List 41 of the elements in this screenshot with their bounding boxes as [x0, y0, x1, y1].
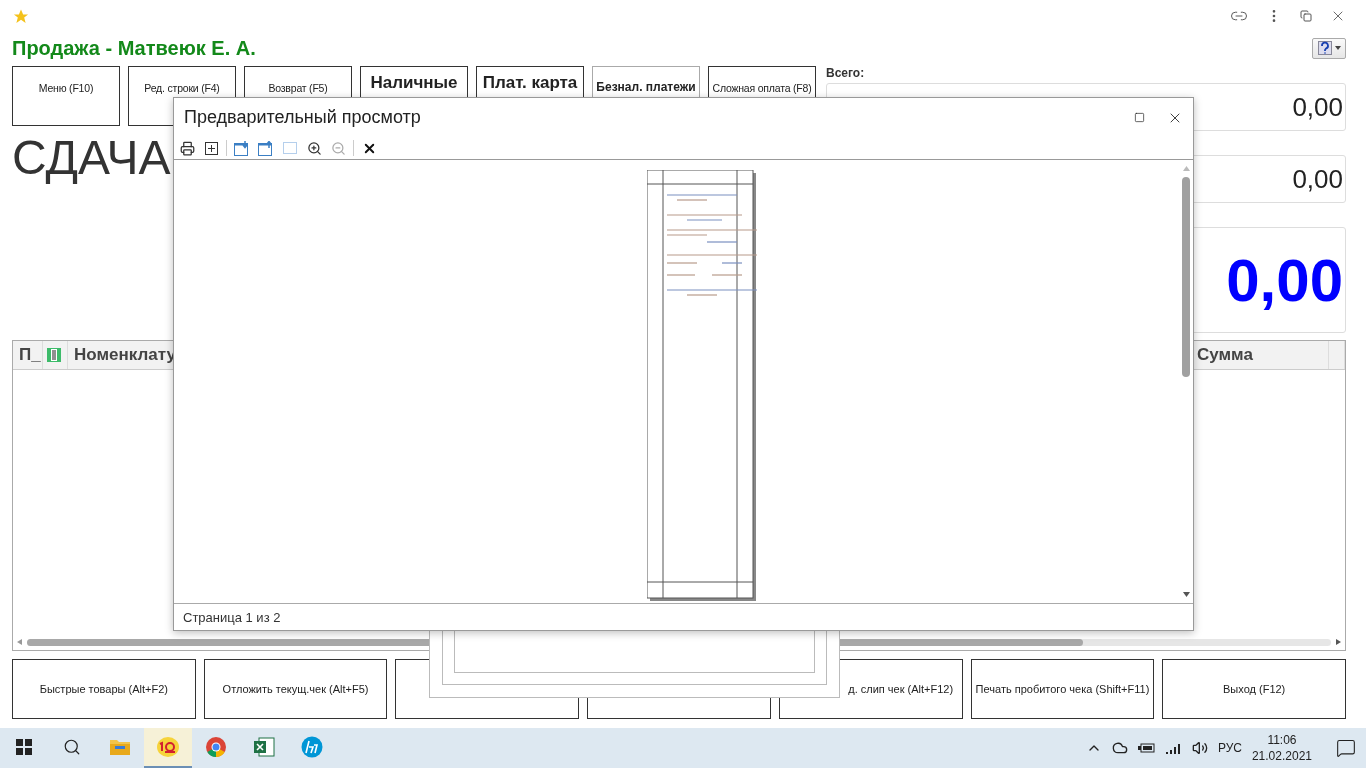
spreadsheet-icon	[253, 737, 275, 757]
signal-icon[interactable]	[1165, 742, 1182, 754]
page-status: Страница 1 из 2	[174, 603, 1193, 630]
clock[interactable]: 11:06 21.02.2021	[1251, 732, 1312, 764]
windows-logo-icon	[16, 739, 32, 755]
page-add-icon[interactable]	[202, 139, 220, 157]
cloud-icon[interactable]	[1111, 740, 1128, 756]
action-button[interactable]: Выход (F12)	[1162, 659, 1346, 719]
change-label: СДАЧА	[12, 134, 171, 182]
caret-icon	[1334, 46, 1341, 50]
language-indicator[interactable]: РУС	[1217, 741, 1242, 755]
total-label: Всего:	[826, 66, 866, 82]
volume-icon[interactable]	[1191, 740, 1208, 756]
action-button[interactable]: Печать пробитого чека (Shift+F11)	[970, 659, 1155, 719]
scrollbar-thumb[interactable]	[1182, 177, 1190, 377]
page-up-arrow-icon[interactable]	[257, 139, 275, 157]
action-button[interactable]: Быстрые товары (Alt+F2)	[12, 659, 196, 719]
toolbar-button[interactable]: Меню (F10)	[12, 66, 120, 126]
taskbar-app-button[interactable]	[144, 728, 192, 768]
help-icon	[1317, 41, 1332, 55]
search-icon	[63, 738, 81, 756]
maximize-icon[interactable]	[1134, 112, 1145, 123]
onec-logo-icon	[156, 736, 180, 758]
page-down-arrow-icon[interactable]	[233, 139, 251, 157]
action-button[interactable]: Отложить текущ.чек (Alt+F5)	[203, 659, 388, 719]
print-icon[interactable]	[178, 139, 196, 157]
help-button[interactable]	[1312, 37, 1346, 59]
notifications-icon[interactable]	[1336, 738, 1356, 758]
zoom-in-icon[interactable]	[305, 139, 323, 157]
scroll-down-icon[interactable]	[1182, 592, 1190, 597]
folder-icon	[109, 738, 131, 756]
battery-icon[interactable]	[1137, 742, 1156, 754]
column-header[interactable]: П_	[13, 341, 43, 369]
restore-icon[interactable]	[1300, 10, 1312, 22]
scroll-right-icon[interactable]	[1335, 639, 1341, 645]
scroll-left-icon[interactable]	[17, 639, 23, 645]
browser-icon	[205, 736, 227, 758]
window-title: Продажа - Матвеюк Е. А.	[12, 36, 256, 60]
dotted-frame-icon[interactable]	[281, 139, 299, 157]
barcode-icon	[47, 348, 61, 362]
hp-logo-icon	[301, 736, 323, 758]
